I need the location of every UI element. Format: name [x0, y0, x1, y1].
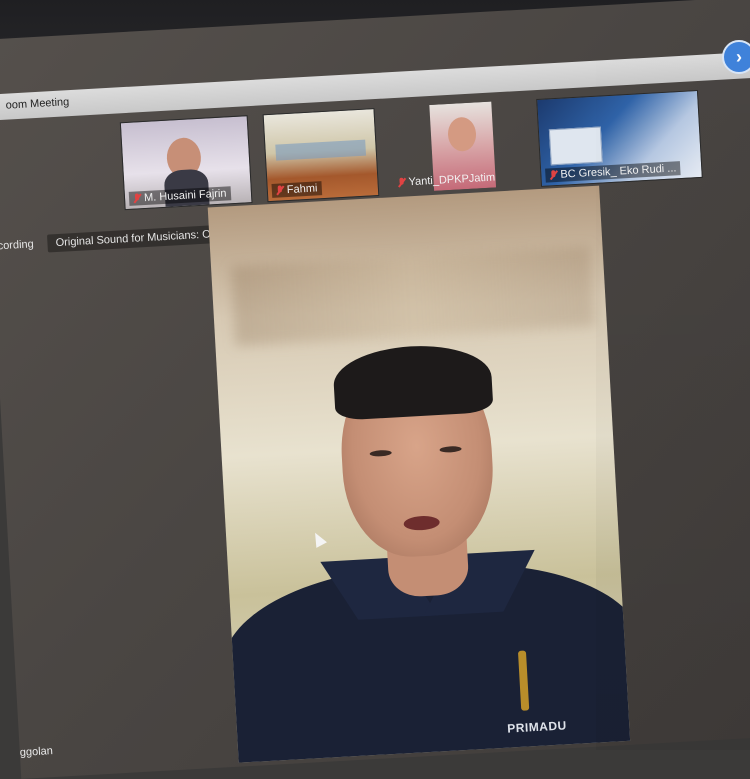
chevron-right-icon[interactable]: ›: [722, 40, 750, 74]
window-title: oom Meeting: [5, 96, 70, 112]
meeting-status-bar: ecording Original Sound for Musicians: O…: [0, 223, 226, 258]
mouse-cursor-icon: [309, 529, 327, 548]
zoom-window: oom Meeting M. Husaini Fajrin Fahmi Yant…: [0, 0, 750, 779]
participant-name-2: Fahmi: [286, 182, 318, 197]
mic-muted-icon: [397, 177, 406, 187]
speaker-hair: [331, 342, 494, 421]
participant-tile-1[interactable]: M. Husaini Fajrin: [119, 115, 253, 211]
original-sound-toggle[interactable]: Original Sound for Musicians: Off: [47, 224, 226, 253]
active-speaker-video: PRIMADU: [207, 185, 631, 763]
participant-tile-4[interactable]: BC Gresik_ Eko Rudi ...: [536, 90, 703, 187]
mic-muted-icon: [276, 185, 285, 195]
mic-muted-icon: [133, 193, 142, 203]
background-shelf: [231, 246, 595, 347]
mic-muted-icon: [549, 170, 558, 180]
participant-tile-2[interactable]: Fahmi: [262, 108, 380, 203]
participant-label-2: Fahmi: [271, 181, 322, 198]
bottom-left-label: ggolan: [19, 745, 54, 759]
recording-indicator: ecording: [0, 238, 35, 253]
participant-tile-3[interactable]: Yanti_DPKPJatim: [389, 100, 524, 193]
